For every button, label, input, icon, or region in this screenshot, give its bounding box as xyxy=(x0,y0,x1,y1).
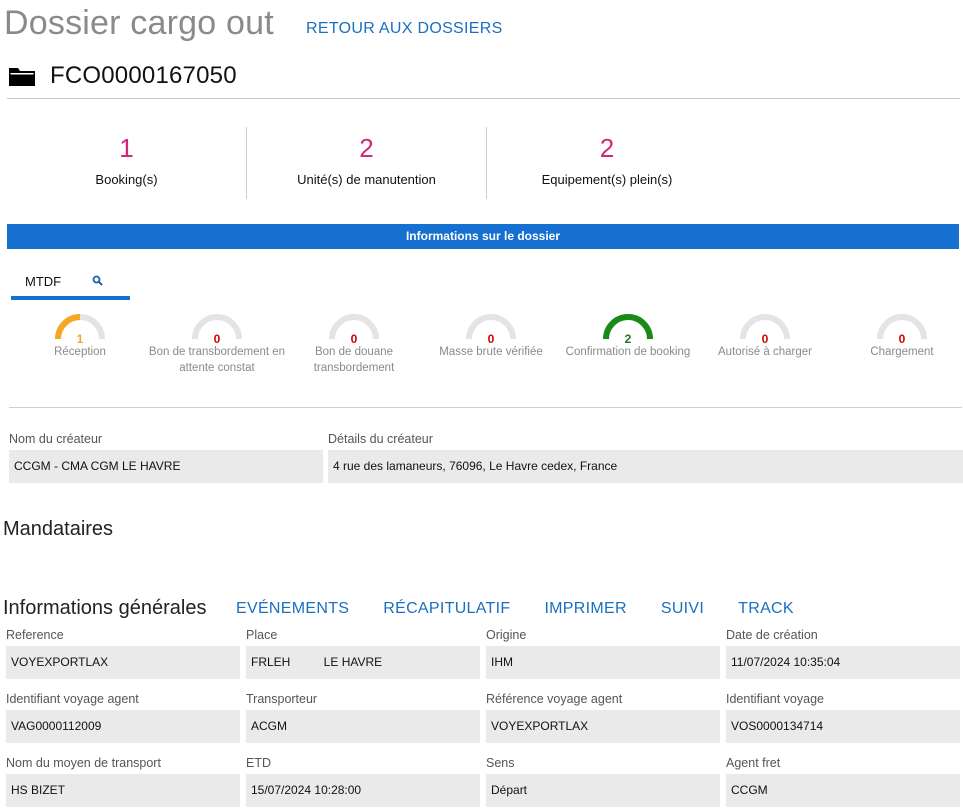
field-reference-voyage-agent: Référence voyage agent VOYEXPORTLAX xyxy=(486,692,720,743)
gauge-label: Chargement xyxy=(870,346,934,358)
status-gauges: 1 Réception 0 Bon de transbordement en a… xyxy=(10,312,952,392)
field-label: Agent fret xyxy=(726,756,781,770)
mandataires-title: Mandataires xyxy=(3,518,114,540)
stat-full-equipment[interactable]: 2 Equipement(s) plein(s) xyxy=(487,127,727,199)
gauge-label: Autorisé à charger xyxy=(718,346,812,358)
field-value: IHM xyxy=(486,646,720,679)
link-track[interactable]: TRACK xyxy=(738,600,794,618)
divider xyxy=(9,407,962,408)
gauge-masse-brute[interactable]: 0 Masse brute vérifiée xyxy=(416,312,566,360)
field-value: VOYEXPORTLAX xyxy=(6,646,240,679)
link-suivi[interactable]: SUIVI xyxy=(661,600,704,618)
gauge-reception[interactable]: 1 Réception xyxy=(5,312,155,360)
field-date-creation: Date de création 11/07/2024 10:35:04 xyxy=(726,628,960,679)
field-value: VOS0000134714 xyxy=(726,710,960,743)
field-agent-fret: Agent fret CCGM xyxy=(726,756,960,807)
field-value: 4 rue des lamaneurs, 76096, Le Havre ced… xyxy=(328,450,963,483)
stat-label: Equipement(s) plein(s) xyxy=(541,172,673,187)
field-label: Place xyxy=(246,628,278,642)
tab-label: MTDF xyxy=(25,274,62,289)
field-reference: Reference VOYEXPORTLAX xyxy=(6,628,240,679)
gauge-label: Bon de douane transbordement xyxy=(313,346,395,374)
gauge-value: 2 xyxy=(624,332,632,346)
field-label: Détails du créateur xyxy=(328,432,433,446)
gauge-label: Bon de transbordement en attente constat xyxy=(148,346,286,374)
field-identifiant-voyage: Identifiant voyage VOS0000134714 xyxy=(726,692,960,743)
stat-value: 2 xyxy=(599,133,615,163)
search-icon[interactable] xyxy=(91,274,105,288)
dossier-info-bar: Informations sur le dossier xyxy=(7,224,959,249)
stat-label: Unité(s) de manutention xyxy=(297,172,436,187)
field-etd: ETD 15/07/2024 10:28:00 xyxy=(246,756,480,807)
stat-label: Booking(s) xyxy=(95,172,158,187)
link-recapitulatif[interactable]: RÉCAPITULATIF xyxy=(383,600,510,618)
gauge-label: Masse brute vérifiée xyxy=(439,346,543,358)
gauge-value: 0 xyxy=(487,332,495,346)
stat-bookings[interactable]: 1 Booking(s) xyxy=(7,127,247,199)
field-value: CCGM - CMA CGM LE HAVRE xyxy=(9,450,323,483)
field-value: FRLEH LE HAVRE xyxy=(246,646,480,679)
field-value: Départ xyxy=(486,774,720,807)
gauge-value: 0 xyxy=(213,332,221,346)
field-label: Date de création xyxy=(726,628,818,642)
gauge-autorise-charger[interactable]: 0 Autorisé à charger xyxy=(690,312,840,360)
divider xyxy=(7,98,960,99)
gauge-chargement[interactable]: 0 Chargement xyxy=(827,312,963,360)
gauge-label: Réception xyxy=(54,346,106,358)
field-value: CCGM xyxy=(726,774,960,807)
field-label: Transporteur xyxy=(246,692,318,706)
field-label: Référence voyage agent xyxy=(486,692,623,706)
gauge-value: 0 xyxy=(898,332,906,346)
stat-value: 2 xyxy=(359,133,374,163)
field-label: ETD xyxy=(246,756,271,770)
field-place: Place FRLEH LE HAVRE xyxy=(246,628,480,679)
field-label: Nom du moyen de transport xyxy=(6,756,161,770)
general-info-links: EVÉNEMENTS RÉCAPITULATIF IMPRIMER SUIVI … xyxy=(236,600,828,618)
link-imprimer[interactable]: IMPRIMER xyxy=(544,600,626,618)
dossier-id: FCO0000167050 xyxy=(50,62,237,89)
field-value: 15/07/2024 10:28:00 xyxy=(246,774,480,807)
dossier-header: FCO0000167050 xyxy=(8,60,237,92)
field-value: 11/07/2024 10:35:04 xyxy=(726,646,960,679)
field-label: Origine xyxy=(486,628,527,642)
tab-mtdf[interactable]: MTDF xyxy=(11,268,130,300)
field-label: Identifiant voyage xyxy=(726,692,824,706)
link-evenements[interactable]: EVÉNEMENTS xyxy=(236,600,349,618)
field-nom-moyen-transport: Nom du moyen de transport HS BIZET xyxy=(6,756,240,807)
field-sens: Sens Départ xyxy=(486,756,720,807)
stat-value: 1 xyxy=(119,133,134,163)
summary-stats: 1 Booking(s) 2 Unité(s) de manutention 2… xyxy=(7,127,727,199)
field-transporteur: Transporteur ACGM xyxy=(246,692,480,743)
field-label: Reference xyxy=(6,628,64,642)
field-value: VOYEXPORTLAX xyxy=(486,710,720,743)
stat-handling-units[interactable]: 2 Unité(s) de manutention xyxy=(247,127,487,199)
creator-name-field: Nom du créateur CCGM - CMA CGM LE HAVRE xyxy=(9,432,323,483)
field-identifiant-voyage-agent: Identifiant voyage agent VAG0000112009 xyxy=(6,692,240,743)
field-value: HS BIZET xyxy=(6,774,240,807)
field-value: ACGM xyxy=(246,710,480,743)
folder-icon xyxy=(9,68,35,86)
creator-details-field: Détails du créateur 4 rue des lamaneurs,… xyxy=(328,432,963,483)
field-value: VAG0000112009 xyxy=(6,710,240,743)
gauge-value: 1 xyxy=(76,332,84,346)
gauge-confirmation-booking[interactable]: 2 Confirmation de booking xyxy=(553,312,703,360)
back-to-dossiers-link[interactable]: RETOUR AUX DOSSIERS xyxy=(306,20,503,38)
field-label: Nom du créateur xyxy=(9,432,103,446)
general-info-title: Informations générales xyxy=(3,597,207,619)
gauge-bon-douane[interactable]: 0 Bon de douane transbordement xyxy=(279,312,429,376)
gauge-bon-transbordement[interactable]: 0 Bon de transbordement en attente const… xyxy=(142,312,292,376)
field-label: Identifiant voyage agent xyxy=(6,692,139,706)
gauge-value: 0 xyxy=(761,332,769,346)
field-label: Sens xyxy=(486,756,515,770)
field-origine: Origine IHM xyxy=(486,628,720,679)
gauge-value: 0 xyxy=(350,332,358,346)
page-title: Dossier cargo out xyxy=(4,4,274,42)
gauge-label: Confirmation de booking xyxy=(565,346,691,358)
